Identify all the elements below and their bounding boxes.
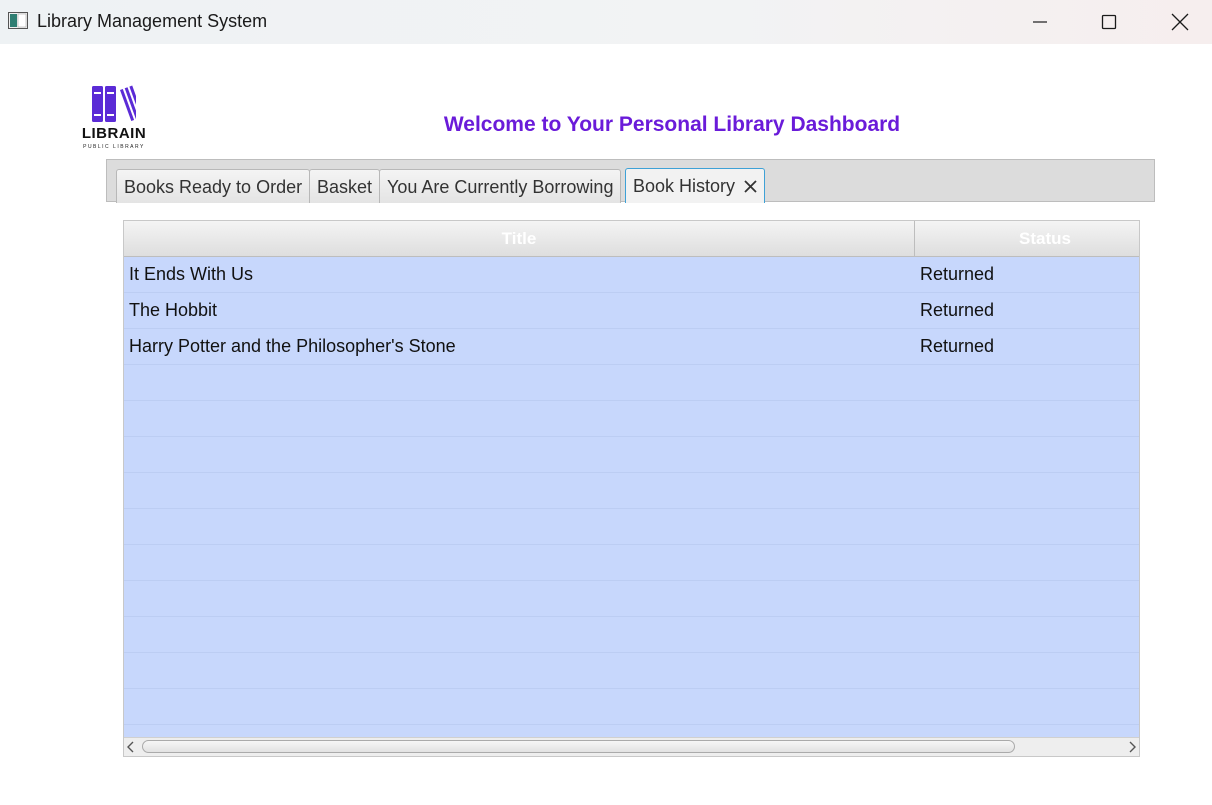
minimize-icon: [1033, 21, 1047, 23]
table-row-empty: [124, 509, 1139, 545]
cell-title: It Ends With Us: [129, 264, 254, 284]
column-header-title[interactable]: Title: [124, 221, 915, 256]
tab-label: You Are Currently Borrowing: [387, 177, 614, 197]
books-logo-icon: [92, 85, 136, 122]
table-row-empty: [124, 653, 1139, 689]
table-row-empty: [124, 437, 1139, 473]
logo-name: LIBRAIN: [81, 125, 147, 142]
table-row-empty: [124, 581, 1139, 617]
librain-logo: LIBRAIN PUBLIC LIBRARY: [76, 84, 152, 154]
tab-label: Book History: [633, 176, 736, 196]
tab-close-button[interactable]: [744, 170, 757, 205]
table-row[interactable]: Harry Potter and the Philosopher's Stone…: [124, 329, 1139, 365]
close-window-button[interactable]: [1145, 0, 1212, 44]
cell-status: Returned: [920, 264, 995, 284]
table-row-empty: [124, 617, 1139, 653]
tab-currently-borrowing[interactable]: You Are Currently Borrowing: [379, 169, 622, 203]
book-history-table[interactable]: Title Status It Ends With Us Returned Th…: [123, 220, 1140, 757]
maximize-button[interactable]: [1074, 0, 1144, 44]
scrollbar-thumb[interactable]: [142, 740, 1015, 753]
tab-close-icon: [744, 180, 757, 193]
table-row-empty: [124, 545, 1139, 581]
tab-basket[interactable]: Basket: [309, 169, 381, 203]
chevron-left-icon[interactable]: [126, 741, 136, 753]
table-row[interactable]: The Hobbit Returned: [124, 293, 1139, 329]
table-row-empty: [124, 401, 1139, 437]
close-icon: [1171, 13, 1189, 31]
cell-title: The Hobbit: [129, 300, 218, 320]
tab-bar: Books Ready to Order Basket You Are Curr…: [106, 159, 1155, 205]
table-row-empty: [124, 689, 1139, 725]
horizontal-scrollbar[interactable]: [124, 737, 1139, 756]
table-row-empty: [124, 473, 1139, 509]
dashboard-heading: Welcome to Your Personal Library Dashboa…: [443, 113, 901, 136]
cell-status: Returned: [920, 300, 995, 320]
tab-label: Books Ready to Order: [124, 177, 303, 197]
table-body: It Ends With Us Returned The Hobbit Retu…: [124, 257, 1139, 725]
column-header-status[interactable]: Status: [915, 221, 1139, 256]
app-window-icon: [8, 12, 28, 29]
maximize-icon: [1101, 14, 1117, 30]
table-header: Title Status: [124, 221, 1139, 257]
table-row-empty: [124, 365, 1139, 401]
cell-title: Harry Potter and the Philosopher's Stone: [129, 336, 456, 356]
tab-book-history[interactable]: Book History: [625, 168, 766, 205]
chevron-right-icon[interactable]: [1127, 741, 1137, 753]
window-title: Library Management System: [37, 11, 268, 31]
logo-tagline: PUBLIC LIBRARY: [83, 144, 145, 150]
table-row[interactable]: It Ends With Us Returned: [124, 257, 1139, 293]
minimize-button[interactable]: [1005, 0, 1075, 44]
cell-status: Returned: [920, 336, 995, 356]
tab-books-ready-to-order[interactable]: Books Ready to Order: [116, 169, 311, 203]
tab-label: Basket: [317, 177, 373, 197]
window-title-bar: Library Management System: [0, 0, 1212, 44]
